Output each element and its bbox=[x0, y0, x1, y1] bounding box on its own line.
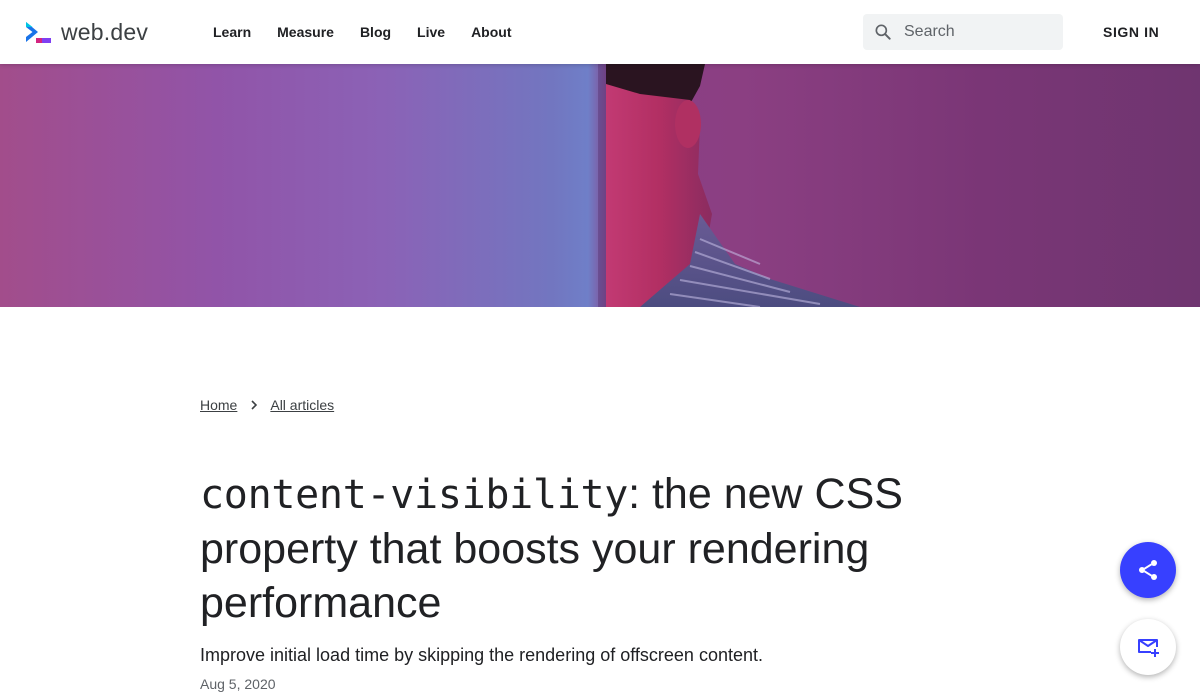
search-input[interactable] bbox=[902, 22, 1056, 42]
sign-in-button[interactable]: SIGN IN bbox=[1103, 24, 1159, 40]
breadcrumb: Home All articles bbox=[200, 397, 334, 413]
subscribe-button[interactable] bbox=[1120, 619, 1176, 675]
article-subtitle: Improve initial load time by skipping th… bbox=[200, 645, 763, 665]
page-title: content-visibility: the new CSS property… bbox=[200, 467, 960, 630]
title-code-term: content-visibility bbox=[200, 472, 629, 518]
main-nav: Learn Measure Blog Live About bbox=[200, 0, 525, 64]
nav-measure[interactable]: Measure bbox=[277, 24, 334, 40]
nav-blog[interactable]: Blog bbox=[360, 24, 391, 40]
breadcrumb-home[interactable]: Home bbox=[200, 397, 237, 413]
search-box[interactable] bbox=[863, 14, 1063, 50]
top-app-bar: web.dev Learn Measure Blog Live About SI… bbox=[0, 0, 1200, 64]
search-icon[interactable] bbox=[873, 22, 893, 42]
article-date: Aug 5, 2020 bbox=[200, 676, 276, 692]
brand-logo-link[interactable]: web.dev bbox=[24, 16, 148, 48]
chevron-right-icon bbox=[251, 400, 258, 410]
brand-name: web.dev bbox=[61, 18, 149, 45]
hero-image bbox=[0, 64, 1200, 307]
nav-about[interactable]: About bbox=[471, 24, 511, 40]
web-dev-logo-icon bbox=[26, 22, 51, 43]
hero-illustration bbox=[598, 64, 860, 307]
share-icon bbox=[1139, 560, 1157, 580]
nav-learn[interactable]: Learn bbox=[213, 24, 251, 40]
nav-live[interactable]: Live bbox=[417, 24, 445, 40]
breadcrumb-all-articles[interactable]: All articles bbox=[270, 397, 334, 413]
share-button[interactable] bbox=[1120, 542, 1176, 598]
mail-add-icon bbox=[1138, 639, 1159, 657]
